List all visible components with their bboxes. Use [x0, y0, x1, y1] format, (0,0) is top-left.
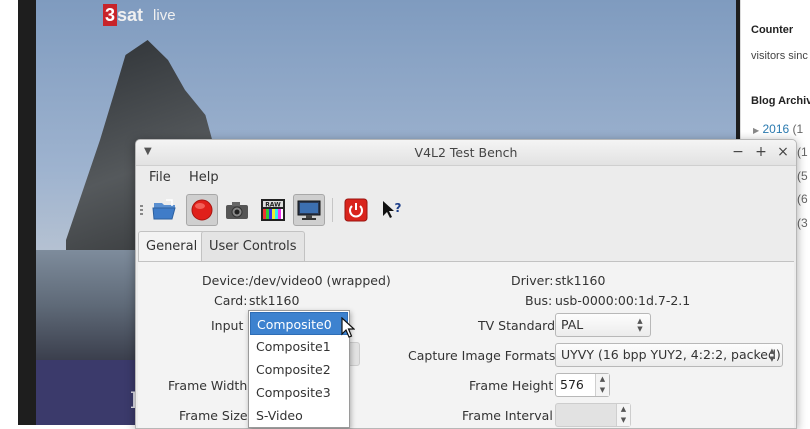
close-button[interactable]: ×	[774, 143, 792, 161]
device-value: /dev/video0 (wrapped)	[249, 273, 391, 288]
archive-item[interactable]: (6	[797, 192, 808, 206]
frame-width-label: Frame Width	[168, 378, 248, 393]
raw-icon[interactable]: RAW	[257, 194, 289, 226]
channel-logo: 3 sat live	[103, 4, 176, 26]
counter-text: visitors sinc	[751, 50, 808, 62]
bus-value: usb-0000:00:1d.7-2.1	[555, 293, 691, 308]
tab-user-controls[interactable]: User Controls	[201, 231, 305, 262]
input-option-composite3[interactable]: Composite3	[250, 381, 348, 404]
frame-height-spinbox[interactable]: 576 ▲ ▼	[555, 373, 610, 397]
open-folder-icon[interactable]	[149, 194, 181, 226]
tv-standard-label: TV Standard	[478, 318, 556, 333]
toolbar-grip[interactable]	[140, 205, 143, 217]
capture-formats-label: Capture Image Formats	[408, 348, 556, 363]
input-label: Input	[211, 318, 244, 333]
select-arrows-icon: ▲ ▼	[769, 347, 775, 363]
select-arrows-icon: ▲ ▼	[637, 317, 643, 333]
toolbar: RAW ?	[136, 192, 796, 228]
mouse-pointer-icon	[341, 317, 355, 338]
driver-label: Driver:	[511, 273, 554, 288]
input-option-s-video[interactable]: S-Video	[250, 404, 348, 427]
channel-number: 3	[103, 4, 118, 26]
counter-heading: Counter	[751, 24, 794, 36]
tab-general[interactable]: General	[138, 231, 206, 263]
channel-live: live	[153, 6, 176, 24]
spin-arrows-icon[interactable]: ▲ ▼	[595, 374, 609, 396]
bus-label: Bus:	[525, 293, 553, 308]
input-dropdown-list: Composite0 Composite1 Composite2 Composi…	[248, 310, 350, 428]
frame-size-label: Frame Size	[179, 408, 248, 423]
menu-help[interactable]: Help	[189, 170, 219, 185]
window-title: V4L2 Test Bench	[414, 145, 518, 160]
menu-file[interactable]: File	[149, 170, 171, 185]
card-label: Card:	[214, 293, 248, 308]
toolbar-separator	[332, 198, 333, 222]
device-label: Device:	[202, 273, 249, 288]
frame-height-label: Frame Height	[469, 378, 554, 393]
archive-item[interactable]: (5	[797, 169, 808, 183]
window-titlebar[interactable]: ▼ V4L2 Test Bench − + ×	[136, 140, 796, 166]
tv-standard-select[interactable]: PAL ▲ ▼	[555, 313, 651, 337]
input-option-composite0[interactable]: Composite0	[250, 312, 348, 335]
archive-item[interactable]: ▶ 2016 (1	[753, 122, 803, 136]
record-icon[interactable]	[186, 194, 218, 226]
input-option-composite1[interactable]: Composite1	[250, 335, 348, 358]
frame-interval-label: Frame Interval	[462, 408, 553, 423]
minimize-button[interactable]: −	[729, 143, 747, 161]
camera-icon[interactable]	[221, 194, 253, 226]
capture-formats-select[interactable]: UYVY (16 bpp YUY2, 4:2:2, packed) ▲ ▼	[555, 343, 783, 367]
channel-brand: sat	[117, 4, 144, 25]
frame-interval-spinbox: ▲ ▼	[555, 403, 631, 427]
input-option-composite2[interactable]: Composite2	[250, 358, 348, 381]
svg-text:?: ?	[395, 201, 402, 215]
whats-this-icon[interactable]: ?	[376, 194, 408, 226]
general-page: Device: /dev/video0 (wrapped) Card: stk1…	[138, 261, 794, 428]
archive-item[interactable]: (3	[797, 216, 808, 230]
archive-heading: Blog Archiv	[751, 95, 810, 107]
v4l2-window: ▼ V4L2 Test Bench − + × File Help RAW ?	[135, 139, 797, 429]
spin-arrows-icon: ▲ ▼	[616, 404, 630, 426]
archive-item[interactable]: (1	[797, 145, 808, 159]
menubar: File Help	[136, 166, 796, 190]
power-icon[interactable]	[340, 194, 372, 226]
display-icon[interactable]	[293, 194, 325, 226]
maximize-button[interactable]: +	[752, 143, 770, 161]
tab-bar: General User Controls	[138, 231, 794, 263]
raw-text: RAW	[265, 202, 281, 209]
driver-value: stk1160	[555, 273, 606, 288]
card-value: stk1160	[249, 293, 300, 308]
